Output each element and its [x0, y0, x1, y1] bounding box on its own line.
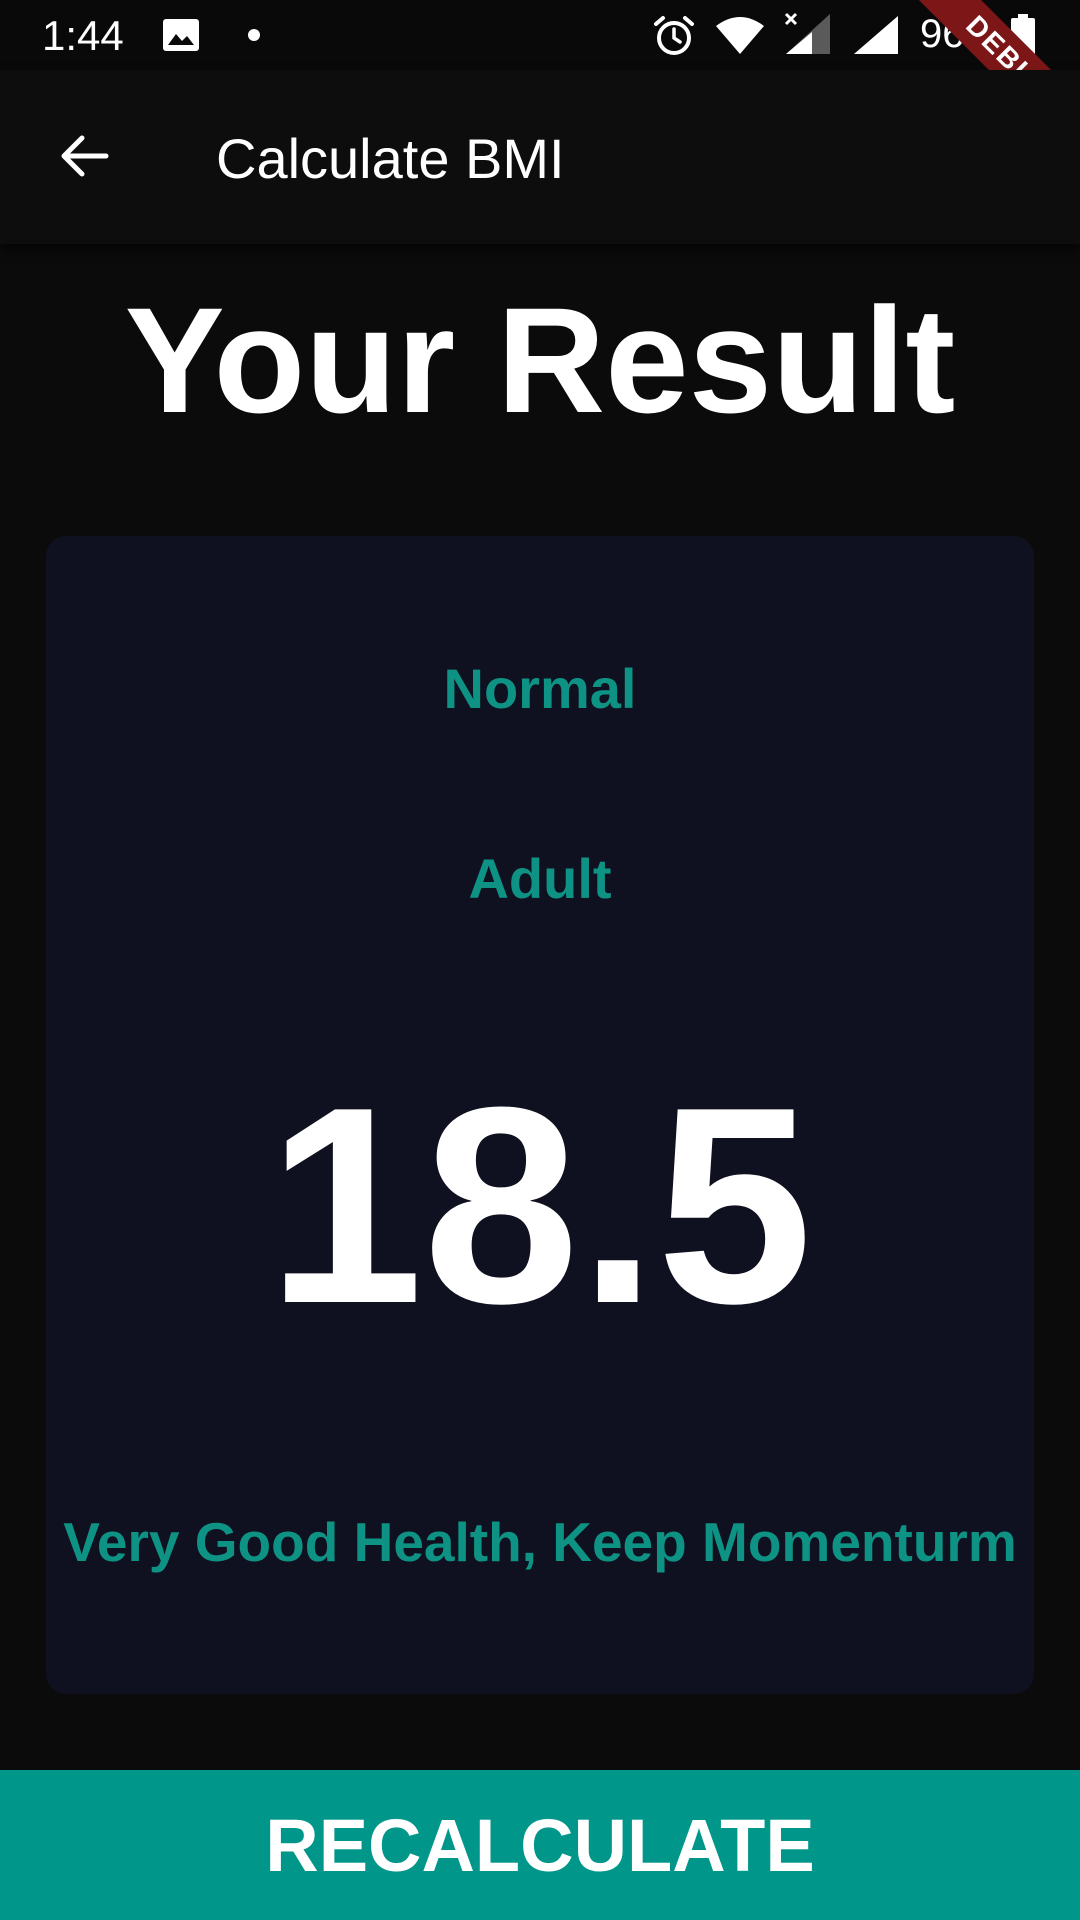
gallery-icon	[163, 19, 199, 51]
signal-icon	[854, 16, 898, 54]
bmi-result-screen: 1:44 96% DEBUG	[0, 0, 1080, 1920]
result-card: Normal Adult 18.5 Very Good Health, Keep…	[46, 536, 1034, 1694]
arrow-back-icon	[61, 135, 109, 177]
bmi-value: 18.5	[267, 1050, 813, 1362]
wifi-icon	[716, 17, 764, 54]
app-bar: Calculate BMI	[0, 70, 1080, 244]
age-group: Adult	[468, 847, 612, 910]
bmi-category: Normal	[443, 657, 637, 720]
health-advice: Very Good Health, Keep Momenturm	[63, 1511, 1017, 1573]
recalculate-button[interactable]: RECALCULATE	[0, 1770, 1080, 1920]
status-bar: 1:44 96%	[0, 0, 1080, 70]
page-title: Your Result	[124, 276, 956, 444]
status-time: 1:44	[42, 12, 124, 59]
dot-icon	[248, 29, 260, 41]
alarm-icon	[654, 16, 694, 55]
app-bar-title: Calculate BMI	[216, 127, 565, 190]
back-button[interactable]	[44, 116, 124, 196]
signal-icon	[784, 12, 830, 54]
